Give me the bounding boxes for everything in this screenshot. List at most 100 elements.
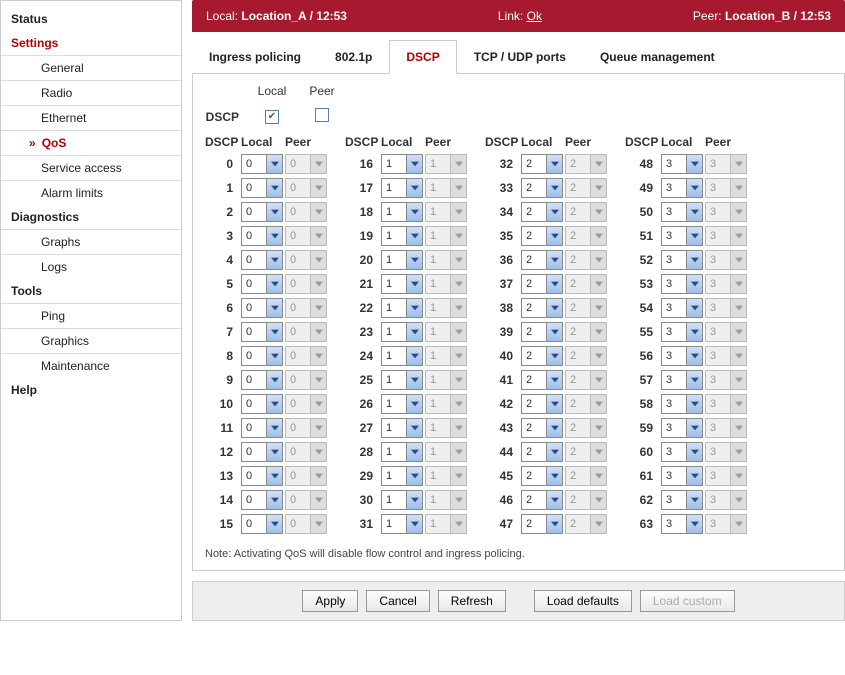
dscp-index: 58 — [625, 397, 659, 411]
cancel-button[interactable]: Cancel — [366, 590, 429, 612]
apply-button[interactable]: Apply — [302, 590, 358, 612]
sidebar-sub-radio[interactable]: Radio — [1, 80, 181, 105]
sidebar-tools[interactable]: Tools — [1, 279, 181, 303]
dscp-local-select-11[interactable]: 0 — [241, 418, 283, 438]
dscp-local-select-10[interactable]: 0 — [241, 394, 283, 414]
dscp-local-select-47[interactable]: 2 — [521, 514, 563, 534]
sidebar-help[interactable]: Help — [1, 378, 181, 402]
refresh-button[interactable]: Refresh — [438, 590, 506, 612]
dscp-local-select-49[interactable]: 3 — [661, 178, 703, 198]
dscp-local-select-39[interactable]: 2 — [521, 322, 563, 342]
sidebar-status[interactable]: Status — [1, 7, 181, 31]
dscp-local-select-32[interactable]: 2 — [521, 154, 563, 174]
dscp-local-select-56[interactable]: 3 — [661, 346, 703, 366]
dscp-peer-checkbox[interactable] — [315, 108, 329, 122]
tab-dscp[interactable]: DSCP — [389, 40, 456, 74]
dscp-local-select-63[interactable]: 3 — [661, 514, 703, 534]
chevron-down-icon — [686, 347, 702, 365]
dscp-local-select-6[interactable]: 0 — [241, 298, 283, 318]
dscp-local-checkbox[interactable] — [265, 110, 279, 124]
dscp-local-select-55[interactable]: 3 — [661, 322, 703, 342]
dscp-local-select-36[interactable]: 2 — [521, 250, 563, 270]
banner-link-value[interactable]: Ok — [527, 9, 542, 23]
dscp-local-select-42[interactable]: 2 — [521, 394, 563, 414]
dscp-local-select-13[interactable]: 0 — [241, 466, 283, 486]
dscp-local-select-50[interactable]: 3 — [661, 202, 703, 222]
dscp-local-select-37[interactable]: 2 — [521, 274, 563, 294]
dscp-local-select-54[interactable]: 3 — [661, 298, 703, 318]
sidebar-sub-ethernet[interactable]: Ethernet — [1, 105, 181, 130]
dscp-local-select-1[interactable]: 0 — [241, 178, 283, 198]
chevron-down-icon — [266, 443, 282, 461]
dscp-local-select-5[interactable]: 0 — [241, 274, 283, 294]
dscp-local-select-19[interactable]: 1 — [381, 226, 423, 246]
dscp-local-select-4[interactable]: 0 — [241, 250, 283, 270]
dscp-local-select-16[interactable]: 1 — [381, 154, 423, 174]
dscp-local-select-41[interactable]: 2 — [521, 370, 563, 390]
sidebar-sub-graphics[interactable]: Graphics — [1, 328, 181, 353]
dscp-local-select-35[interactable]: 2 — [521, 226, 563, 246]
dscp-index: 54 — [625, 301, 659, 315]
sidebar-sub-qos[interactable]: QoS — [1, 130, 181, 155]
dscp-local-select-30[interactable]: 1 — [381, 490, 423, 510]
dscp-local-select-44[interactable]: 2 — [521, 442, 563, 462]
dscp-local-select-46[interactable]: 2 — [521, 490, 563, 510]
tab-tcp-udp-ports[interactable]: TCP / UDP ports — [457, 40, 583, 74]
tab-ingress-policing[interactable]: Ingress policing — [192, 40, 318, 74]
dscp-local-select-9[interactable]: 0 — [241, 370, 283, 390]
sidebar-sub-maintenance[interactable]: Maintenance — [1, 353, 181, 378]
sidebar-sub-service-access[interactable]: Service access — [1, 155, 181, 180]
dscp-local-select-29[interactable]: 1 — [381, 466, 423, 486]
dscp-local-select-58[interactable]: 3 — [661, 394, 703, 414]
dscp-local-select-26[interactable]: 1 — [381, 394, 423, 414]
dscp-local-select-59[interactable]: 3 — [661, 418, 703, 438]
dscp-local-select-12[interactable]: 0 — [241, 442, 283, 462]
dscp-local-select-57[interactable]: 3 — [661, 370, 703, 390]
dscp-local-select-0[interactable]: 0 — [241, 154, 283, 174]
dscp-local-select-21[interactable]: 1 — [381, 274, 423, 294]
dscp-index: 0 — [205, 157, 239, 171]
tab-8021p[interactable]: 802.1p — [318, 40, 389, 74]
dscp-local-select-28[interactable]: 1 — [381, 442, 423, 462]
sidebar-sub-graphs[interactable]: Graphs — [1, 229, 181, 254]
dscp-local-select-60[interactable]: 3 — [661, 442, 703, 462]
dscp-local-select-52[interactable]: 3 — [661, 250, 703, 270]
sidebar-settings[interactable]: Settings — [1, 31, 181, 55]
dscp-local-select-2[interactable]: 0 — [241, 202, 283, 222]
col-hdr-local: Local — [381, 135, 423, 149]
dscp-local-select-33[interactable]: 2 — [521, 178, 563, 198]
dscp-local-select-31[interactable]: 1 — [381, 514, 423, 534]
dscp-local-select-17[interactable]: 1 — [381, 178, 423, 198]
dscp-local-select-61[interactable]: 3 — [661, 466, 703, 486]
sidebar-sub-ping[interactable]: Ping — [1, 303, 181, 328]
dscp-local-select-48[interactable]: 3 — [661, 154, 703, 174]
dscp-local-select-45[interactable]: 2 — [521, 466, 563, 486]
dscp-local-select-51[interactable]: 3 — [661, 226, 703, 246]
load-defaults-button[interactable]: Load defaults — [534, 590, 632, 612]
dscp-local-select-18[interactable]: 1 — [381, 202, 423, 222]
sidebar-sub-logs[interactable]: Logs — [1, 254, 181, 279]
chevron-down-icon — [730, 395, 746, 413]
dscp-local-select-8[interactable]: 0 — [241, 346, 283, 366]
dscp-local-select-53[interactable]: 3 — [661, 274, 703, 294]
dscp-local-select-38[interactable]: 2 — [521, 298, 563, 318]
dscp-local-select-27[interactable]: 1 — [381, 418, 423, 438]
dscp-local-select-20[interactable]: 1 — [381, 250, 423, 270]
dscp-local-select-34[interactable]: 2 — [521, 202, 563, 222]
dscp-local-select-14[interactable]: 0 — [241, 490, 283, 510]
tab-queue-management[interactable]: Queue management — [583, 40, 732, 74]
dscp-local-select-22[interactable]: 1 — [381, 298, 423, 318]
sidebar-diagnostics[interactable]: Diagnostics — [1, 205, 181, 229]
sidebar-sub-general[interactable]: General — [1, 55, 181, 80]
dscp-local-select-7[interactable]: 0 — [241, 322, 283, 342]
sidebar-sub-alarm-limits[interactable]: Alarm limits — [1, 180, 181, 205]
dscp-local-select-3[interactable]: 0 — [241, 226, 283, 246]
chevron-down-icon — [686, 395, 702, 413]
dscp-local-select-43[interactable]: 2 — [521, 418, 563, 438]
dscp-local-select-40[interactable]: 2 — [521, 346, 563, 366]
dscp-local-select-23[interactable]: 1 — [381, 322, 423, 342]
dscp-local-select-24[interactable]: 1 — [381, 346, 423, 366]
dscp-local-select-15[interactable]: 0 — [241, 514, 283, 534]
dscp-local-select-62[interactable]: 3 — [661, 490, 703, 510]
dscp-local-select-25[interactable]: 1 — [381, 370, 423, 390]
